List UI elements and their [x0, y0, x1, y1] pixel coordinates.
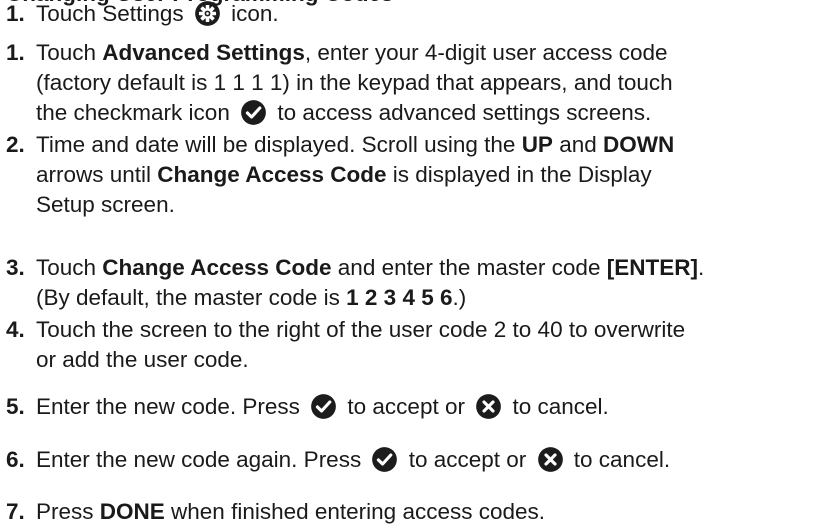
step-text-run: (By default, the master code is: [36, 285, 347, 310]
checkmark-icon: [310, 393, 337, 420]
step-line: Enter the new code. Press to accept or t…: [36, 392, 828, 422]
step-text-run: Touch Settings: [36, 1, 190, 26]
emphasis-text: Change Access Code: [102, 255, 332, 280]
step-text-run: Setup screen.: [36, 192, 175, 217]
step-text-run: Time and date will be displayed. Scroll …: [36, 132, 522, 157]
step-item: 5. Enter the new code. Press to accept or…: [6, 392, 828, 422]
emphasis-text: [ENTER]: [606, 255, 698, 280]
step-line: Touch the screen to the right of the use…: [36, 315, 828, 345]
cancel-x-icon: [537, 446, 564, 473]
checkmark-icon: [240, 99, 267, 126]
step-text-run: (factory default is 1 1 1 1) in the keyp…: [36, 70, 673, 95]
step-number: 6.: [6, 447, 25, 472]
step-item: 1. Touch Advanced Settings, enter your 4-…: [6, 38, 828, 128]
step-item: 3. Touch Change Access Code and enter the…: [6, 253, 828, 313]
step-text-run: Touch the screen to the right of the use…: [36, 317, 686, 342]
step-line: Touch Advanced Settings, enter your 4-di…: [36, 38, 828, 68]
step-text-run: to cancel.: [567, 447, 671, 472]
step-number: 5.: [6, 394, 25, 419]
step-text: Touch Settings icon.: [36, 0, 828, 29]
step-text: Enter the new code. Press to accept or t…: [36, 392, 828, 422]
step-line: Enter the new code again. Press to accep…: [36, 445, 828, 475]
step-text-run: the checkmark icon: [36, 100, 237, 125]
step-line: (factory default is 1 1 1 1) in the keyp…: [36, 68, 828, 98]
step-line: (By default, the master code is 1 2 3 4 …: [36, 283, 828, 313]
emphasis-text: 1 2 3 4 5 6: [346, 285, 453, 310]
step-line: Setup screen.: [36, 190, 828, 220]
step-item: 6. Enter the new code again. Press to acc…: [6, 445, 828, 475]
step-number: 4.: [6, 317, 25, 342]
step-text-run: to cancel.: [506, 394, 609, 419]
step-text: Touch Advanced Settings, enter your 4-di…: [36, 38, 828, 128]
step-text-run: to access advanced settings screens.: [271, 100, 652, 125]
emphasis-text: Advanced Settings: [102, 40, 305, 65]
step-line: arrows until Change Access Code is displ…: [36, 160, 828, 190]
step-text-run: Touch: [36, 40, 103, 65]
cancel-x-icon: [475, 393, 502, 420]
step-text-run: to accept or: [341, 394, 472, 419]
step-text-run: arrows until: [36, 162, 158, 187]
step-line: Time and date will be displayed. Scroll …: [36, 130, 828, 160]
step-item: 2. Time and date will be displayed. Scrol…: [6, 130, 828, 220]
step-text-run: to accept or: [402, 447, 533, 472]
step-text-run: .): [452, 285, 467, 310]
step-text-run: .: [697, 255, 705, 280]
step-item: 1. Touch Settings icon.: [6, 0, 828, 29]
step-text-run: is displayed in the Display: [386, 162, 652, 187]
step-text-run: Touch: [36, 255, 103, 280]
step-line: the checkmark icon to access advanced se…: [36, 98, 828, 128]
emphasis-text: Change Access Code: [157, 162, 387, 187]
step-line: or add the user code.: [36, 345, 828, 375]
step-number: 1.: [6, 40, 25, 65]
step-number: 3.: [6, 255, 25, 280]
step-text: Touch the screen to the right of the use…: [36, 315, 828, 375]
step-text-run: or add the user code.: [36, 347, 249, 372]
step-text: Enter the new code again. Press to accep…: [36, 445, 828, 475]
emphasis-text: DONE: [99, 499, 165, 524]
settings-gear-icon: [194, 0, 221, 27]
step-text-run: Enter the new code again. Press: [36, 447, 368, 472]
emphasis-text: DOWN: [603, 132, 675, 157]
step-text-run: and enter the master code: [331, 255, 607, 280]
step-number: 2.: [6, 132, 25, 157]
step-text-run: icon.: [224, 1, 279, 26]
emphasis-text: UP: [521, 132, 553, 157]
step-text-run: , enter your 4-digit user access code: [304, 40, 668, 65]
step-text: Touch Change Access Code and enter the m…: [36, 253, 828, 313]
step-text: Time and date will be displayed. Scroll …: [36, 130, 828, 220]
step-text-run: Enter the new code. Press: [36, 394, 307, 419]
step-text-run: when finished entering access codes.: [164, 499, 546, 524]
step-line: Touch Settings icon.: [36, 0, 828, 29]
checkmark-icon: [371, 446, 398, 473]
step-item: 4. Touch the screen to the right of the u…: [6, 315, 828, 375]
step-text-run: Press: [36, 499, 100, 524]
step-line: Touch Change Access Code and enter the m…: [36, 253, 828, 283]
step-text-run: and: [552, 132, 603, 157]
step-number: 1.: [6, 1, 25, 26]
